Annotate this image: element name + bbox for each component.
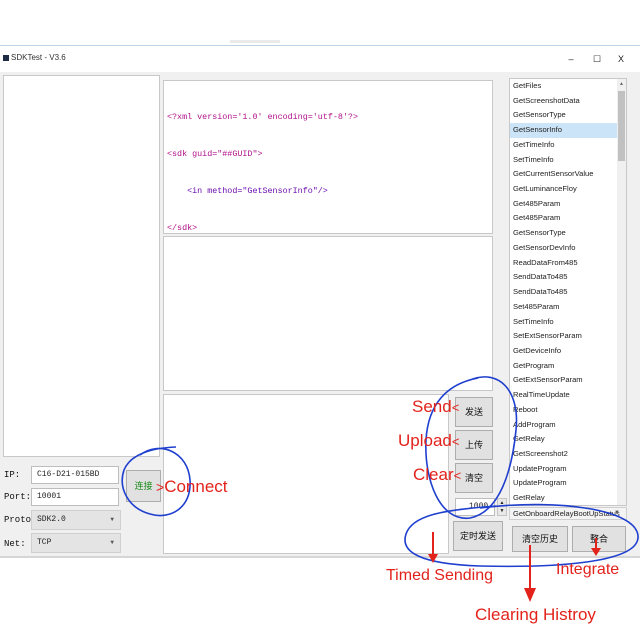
annotation-upload: Upload<	[398, 431, 460, 450]
annotation-integrate: Integrate	[556, 561, 620, 578]
annotation-clear: Clear<	[413, 465, 462, 484]
annotation-connect: >Connect	[156, 477, 228, 496]
annotation-overlay	[121, 376, 639, 602]
annotation-send: Send<	[412, 397, 460, 416]
integrate-arrowhead	[591, 548, 601, 556]
annotation-clearing-history: Clearing Histroy	[475, 605, 596, 624]
annotation-timed-sending: Timed Sending	[386, 567, 494, 584]
bottom-buttons-ellipse	[404, 503, 639, 568]
clearing-history-arrowhead	[524, 588, 536, 602]
